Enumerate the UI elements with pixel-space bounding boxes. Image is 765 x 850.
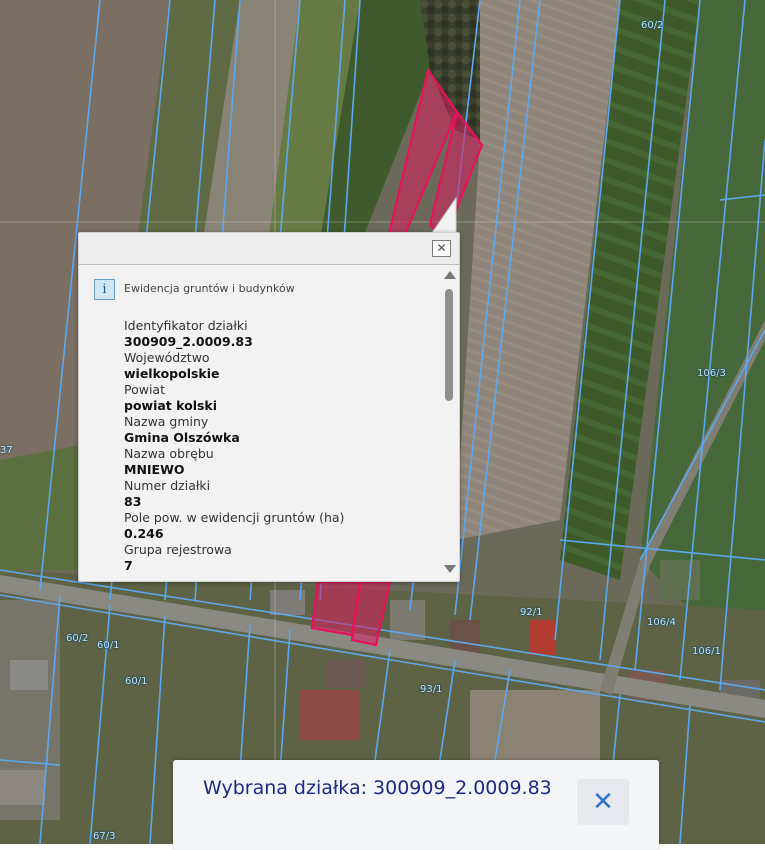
parcel-label: 93/1 [420, 684, 443, 695]
parcel-label: 37 [0, 445, 13, 456]
attr-label: Nazwa gminy [124, 414, 209, 429]
parcel-label: 106/3 [697, 368, 726, 379]
parcel-label: 60/1 [97, 640, 120, 651]
layer-name: Ewidencja gruntów i budynków [124, 282, 295, 295]
parcel-label: 60/2 [641, 20, 664, 31]
attr-value: 300909_2.0009.83 [124, 334, 253, 349]
attr-label: Nazwa obrębu [124, 446, 214, 461]
attr-value: 7 [124, 558, 133, 573]
feature-info-popup: ✕ i Ewidencja gruntów i budynków Identyf… [78, 232, 460, 582]
parcel-label: 60/2 [66, 633, 89, 644]
selected-parcel-bar: Wybrana działka: 300909_2.0009.83 ✕ [173, 760, 659, 850]
attr-label: Województwo [124, 350, 210, 365]
scroll-up-icon[interactable] [444, 271, 456, 279]
attr-value: 0.246 [124, 526, 164, 541]
attr-label: Numer działki [124, 478, 211, 493]
popup-header: ✕ [79, 233, 459, 265]
attr-label: Powiat [124, 382, 165, 397]
attr-value: 83 [124, 494, 142, 509]
close-icon: ✕ [592, 787, 614, 817]
close-selection-button[interactable]: ✕ [577, 779, 629, 825]
attr-label: Identyfikator działki [124, 318, 248, 333]
info-icon: i [94, 279, 115, 300]
popup-content: i Ewidencja gruntów i budynków Identyfik… [79, 265, 437, 579]
parcel-label: 106/1 [692, 646, 721, 657]
attr-label: Grupa rejestrowa [124, 542, 232, 557]
attribute-list: Identyfikator działki 300909_2.0009.83 W… [124, 318, 434, 574]
attr-value: wielkopolskie [124, 366, 220, 381]
scroll-down-icon[interactable] [444, 565, 456, 573]
attr-value: MNIEWO [124, 462, 185, 477]
attr-value: Gmina Olszówka [124, 430, 240, 445]
attr-value: powiat kolski [124, 398, 218, 413]
scroll-thumb[interactable] [445, 289, 453, 401]
parcel-label: 67/3 [93, 831, 116, 842]
selected-parcel-text: Wybrana działka: 300909_2.0009.83 [203, 777, 552, 799]
parcel-label: 92/1 [520, 607, 543, 618]
popup-scrollbar[interactable] [442, 267, 456, 575]
attr-label: Pole pow. w ewidencji gruntów (ha) [124, 510, 345, 525]
parcel-label: 106/4 [647, 617, 676, 628]
close-icon[interactable]: ✕ [432, 240, 451, 257]
parcel-label: 60/1 [125, 676, 148, 687]
